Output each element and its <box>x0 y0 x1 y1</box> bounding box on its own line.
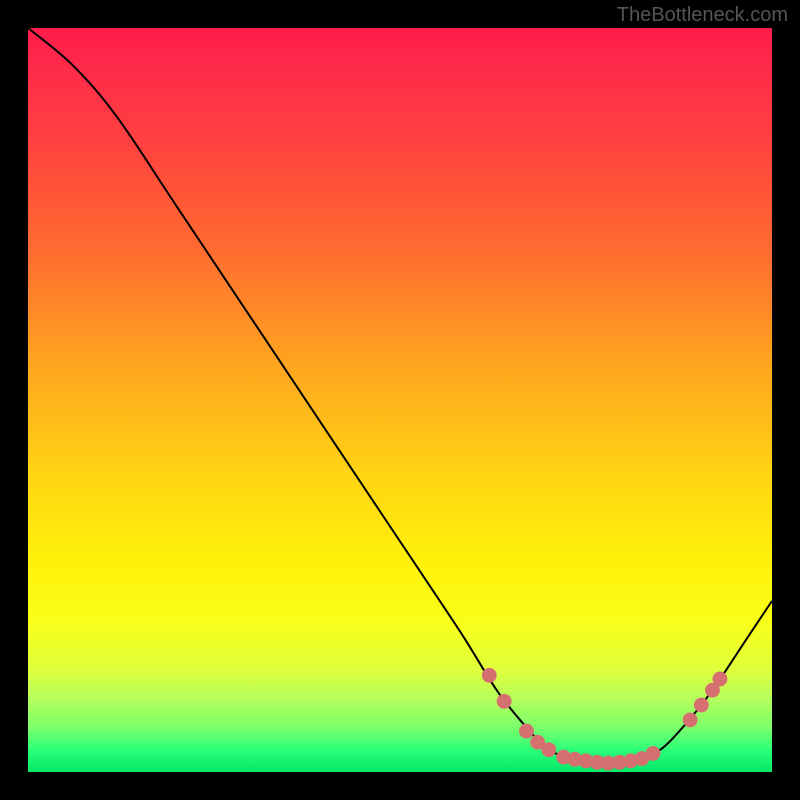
data-point <box>646 746 661 761</box>
attribution-text: TheBottleneck.com <box>617 4 788 27</box>
data-point <box>497 694 512 709</box>
data-point <box>683 712 698 727</box>
data-point <box>519 724 534 739</box>
data-point <box>482 668 497 683</box>
data-point <box>541 742 556 757</box>
data-point <box>712 672 727 687</box>
data-point <box>694 698 709 713</box>
plot-area <box>28 28 772 772</box>
data-points <box>28 28 772 772</box>
